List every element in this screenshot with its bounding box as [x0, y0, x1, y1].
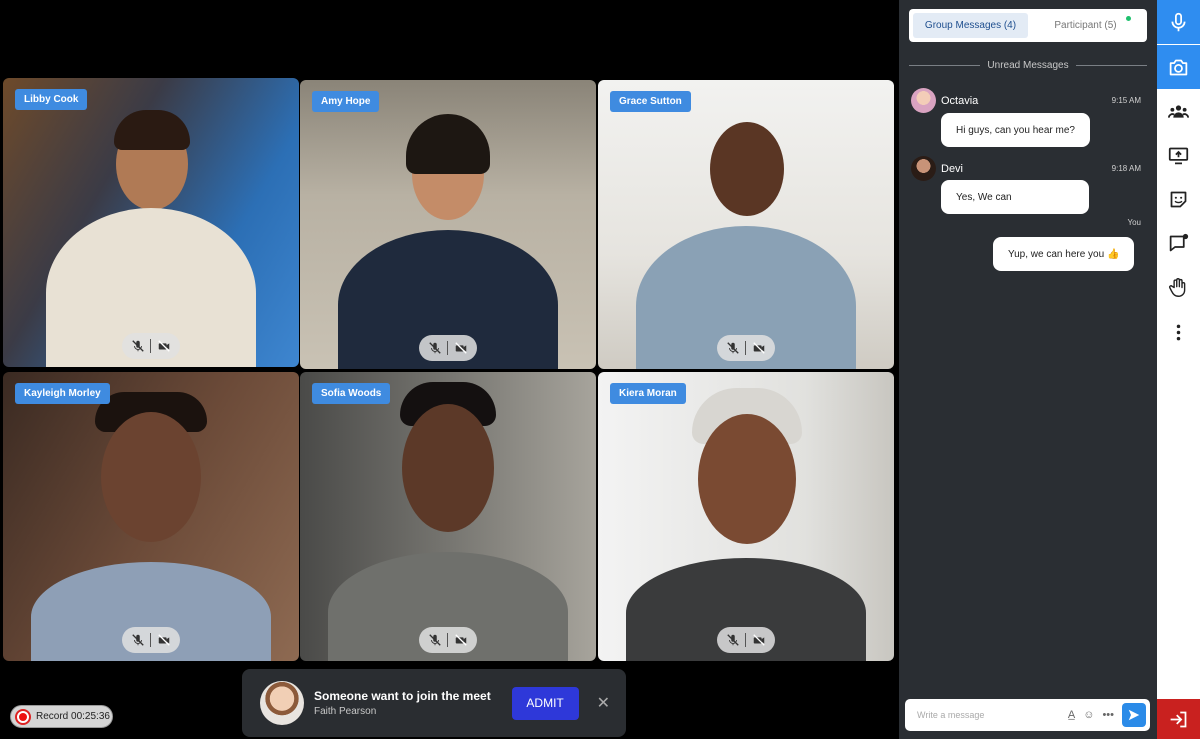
- chat-panel: Group Messages (4) Participant (5) Unrea…: [899, 0, 1157, 739]
- message-bubble-own: Yup, we can here you 👍: [993, 237, 1135, 271]
- video-tile-sofia-woods[interactable]: Sofia Woods: [300, 372, 596, 661]
- message-header: Devi 9:18 AM: [911, 156, 1141, 181]
- camera-off-icon: [455, 634, 467, 646]
- sticker-button[interactable]: [1157, 177, 1200, 221]
- message-bubble: Hi guys, can you hear me?: [941, 113, 1090, 147]
- chat-icon: [1169, 233, 1189, 251]
- admit-button[interactable]: ADMIT: [511, 686, 579, 720]
- avatar: [911, 88, 936, 113]
- camera-off-icon: [455, 342, 467, 354]
- text-format-icon[interactable]: A̲: [1068, 709, 1075, 721]
- message-sender: Octavia: [941, 94, 979, 107]
- participants-button[interactable]: [1157, 89, 1200, 133]
- more-button[interactable]: [1157, 310, 1200, 354]
- more-icon: [1176, 324, 1181, 340]
- more-options-icon[interactable]: •••: [1102, 709, 1114, 721]
- message-composer: A̲ ☺ •••: [905, 699, 1150, 731]
- media-status-pill[interactable]: [122, 627, 180, 653]
- participant-name-tag: Kiera Moran: [610, 383, 686, 404]
- raise-hand-button[interactable]: [1157, 265, 1200, 309]
- camera-button[interactable]: [1157, 45, 1200, 89]
- mic-off-icon: [429, 342, 441, 354]
- message-input[interactable]: [917, 710, 1064, 720]
- microphone-icon: [1171, 12, 1186, 31]
- close-icon[interactable]: ✕: [597, 693, 610, 713]
- camera-off-icon: [753, 634, 765, 646]
- record-icon: [15, 708, 31, 725]
- video-tile-kayleigh-morley[interactable]: Kayleigh Morley: [3, 372, 299, 661]
- camera-off-icon: [158, 634, 170, 646]
- participant-name-tag: Grace Sutton: [610, 91, 691, 112]
- participant-video: [36, 108, 266, 367]
- tab-group-messages[interactable]: Group Messages (4): [913, 13, 1028, 38]
- record-status[interactable]: Record 00:25:36: [10, 705, 113, 728]
- video-tile-amy-hope[interactable]: Amy Hope: [300, 80, 596, 369]
- online-indicator: [1126, 16, 1131, 21]
- video-tile-kiera-moran[interactable]: Kiera Moran: [598, 372, 894, 661]
- participant-name-tag: Amy Hope: [312, 91, 380, 112]
- sticker-icon: [1170, 191, 1187, 207]
- media-status-pill[interactable]: [717, 335, 775, 361]
- mic-off-icon: [429, 634, 441, 646]
- participant-video: [626, 116, 866, 369]
- participant-name-tag: Libby Cook: [15, 89, 88, 110]
- participant-video: [21, 392, 281, 661]
- camera-off-icon: [753, 342, 765, 354]
- message-sender: Devi: [941, 162, 964, 175]
- avatar: [911, 156, 936, 181]
- participant-video: [616, 388, 876, 661]
- participant-video: [318, 382, 578, 661]
- participant-name-tag: Sofia Woods: [312, 383, 391, 404]
- tab-participants[interactable]: Participant (5): [1028, 13, 1143, 38]
- chat-tabs: Group Messages (4) Participant (5): [909, 9, 1147, 42]
- media-status-pill[interactable]: [122, 333, 180, 359]
- mic-off-icon: [727, 342, 739, 354]
- video-tile-libby-cook[interactable]: Libby Cook: [3, 78, 299, 367]
- send-button[interactable]: [1122, 703, 1146, 727]
- leave-icon: [1170, 711, 1187, 727]
- avatar: [260, 681, 304, 725]
- share-screen-button[interactable]: [1157, 133, 1200, 177]
- message-sender-you: You: [1127, 218, 1142, 227]
- record-label: Record 00:25:36: [36, 711, 110, 722]
- join-request-name: Faith Pearson: [314, 706, 377, 717]
- send-icon: [1128, 709, 1140, 721]
- message-header: Octavia 9:15 AM: [911, 88, 1141, 113]
- camera-icon: [1169, 59, 1188, 75]
- chat-button[interactable]: [1157, 221, 1200, 265]
- participant-name-tag: Kayleigh Morley: [15, 383, 110, 404]
- mic-off-icon: [727, 634, 739, 646]
- camera-off-icon: [158, 340, 170, 352]
- microphone-button[interactable]: [1157, 0, 1200, 44]
- message-time: 9:18 AM: [1111, 164, 1141, 173]
- mic-off-icon: [132, 634, 144, 646]
- join-request-card: Someone want to join the meet Faith Pear…: [242, 669, 626, 737]
- participant-video: [328, 110, 568, 369]
- emoji-icon[interactable]: ☺: [1083, 709, 1094, 721]
- message-bubble: Yes, We can: [941, 180, 1089, 214]
- control-rail: [1157, 0, 1200, 739]
- video-tile-grace-sutton[interactable]: Grace Sutton: [598, 80, 894, 369]
- message-time: 9:15 AM: [1111, 96, 1141, 105]
- mic-off-icon: [132, 340, 144, 352]
- media-status-pill[interactable]: [419, 335, 477, 361]
- raise-hand-icon: [1169, 277, 1186, 297]
- media-status-pill[interactable]: [717, 627, 775, 653]
- join-request-title: Someone want to join the meet: [314, 689, 491, 703]
- participants-icon: [1168, 104, 1189, 118]
- meeting-app: Libby Cook Amy Hope Grace Sutton Kayleig…: [0, 0, 1200, 739]
- leave-button[interactable]: [1157, 699, 1200, 739]
- unread-divider: Unread Messages: [909, 60, 1147, 71]
- share-screen-icon: [1168, 147, 1189, 164]
- media-status-pill[interactable]: [419, 627, 477, 653]
